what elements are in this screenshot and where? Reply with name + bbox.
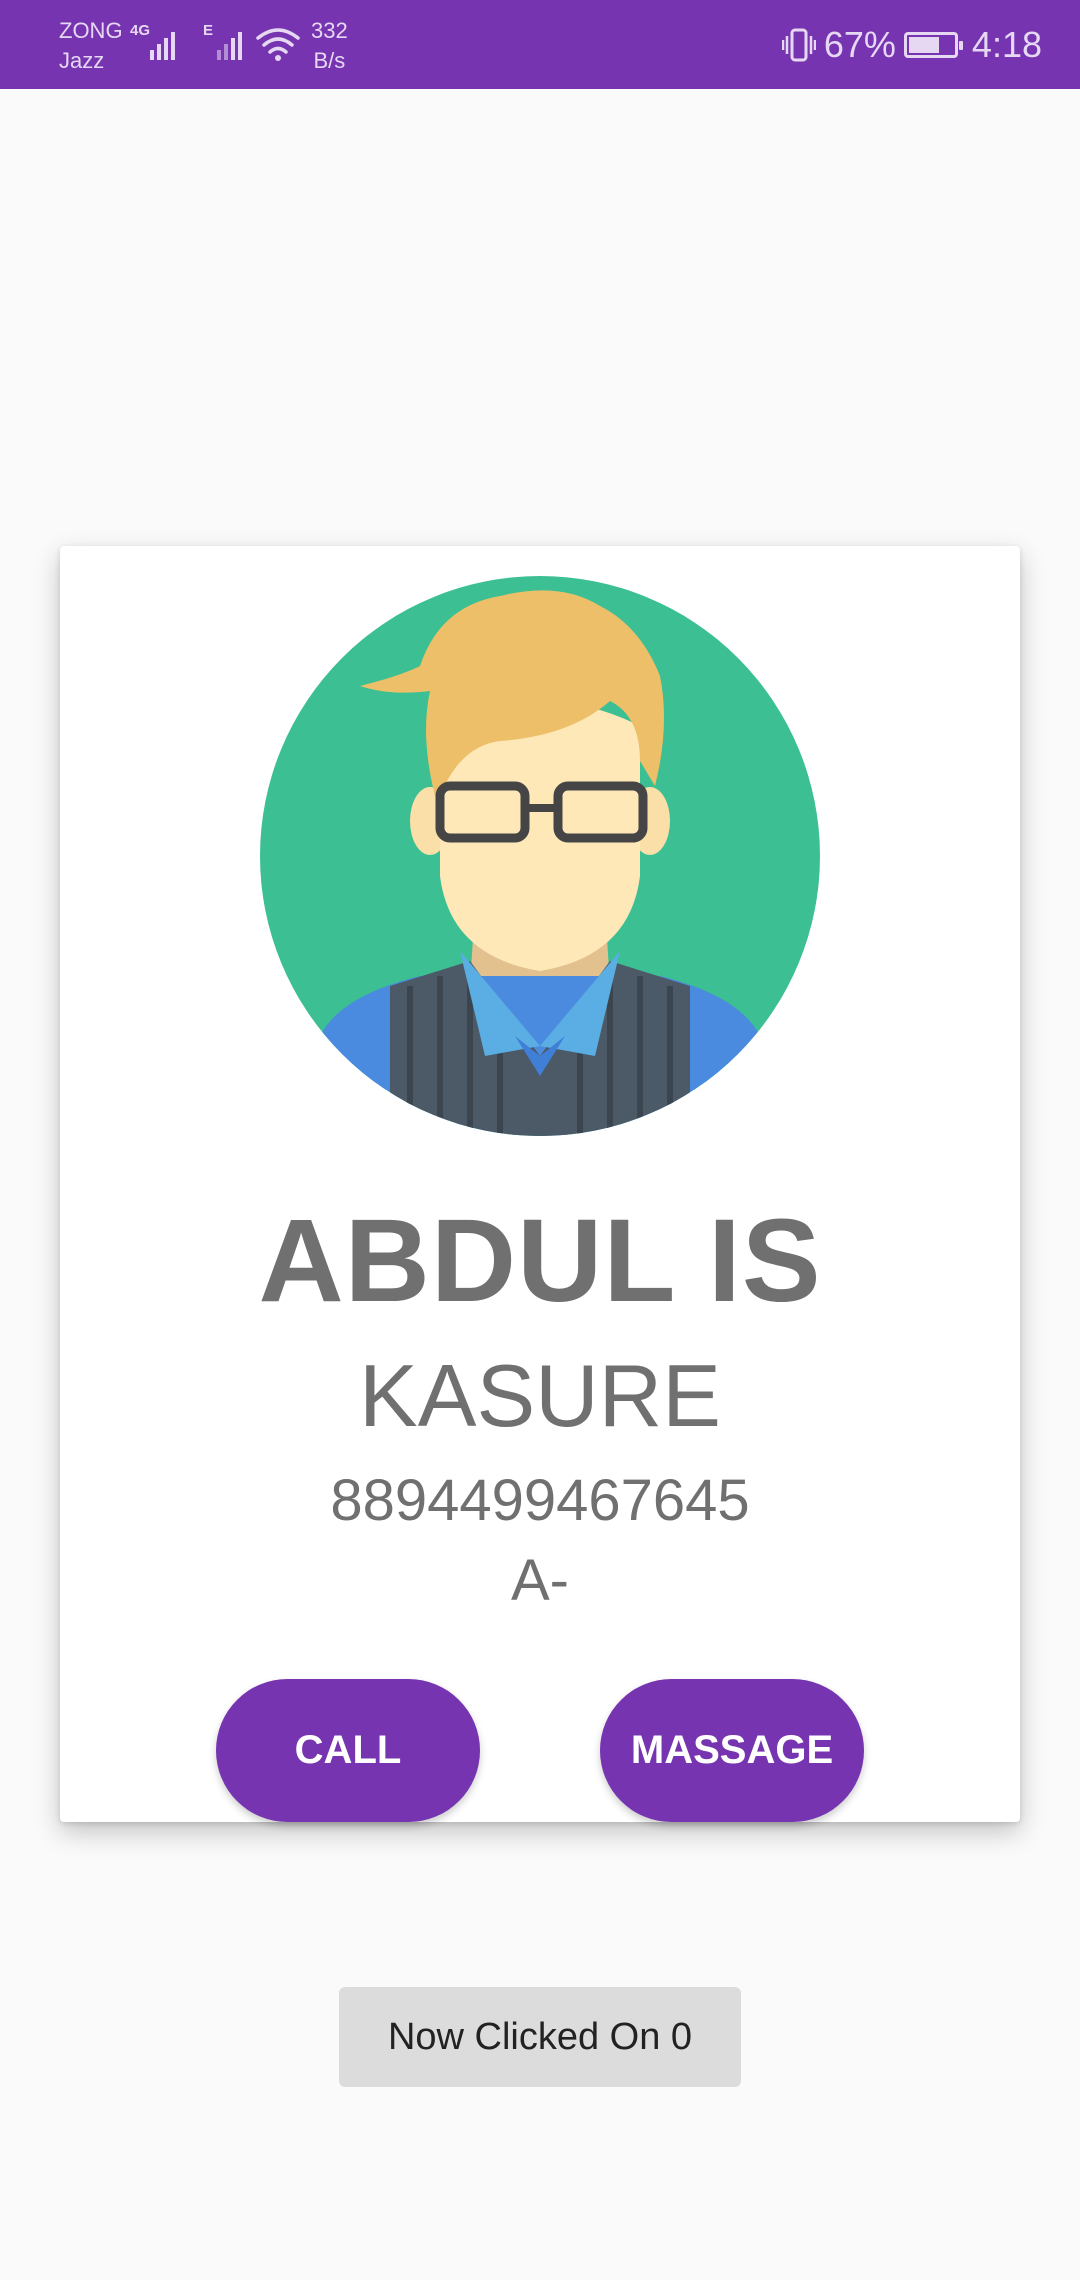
clock: 4:18	[971, 24, 1042, 65]
network-type-label-secondary: E	[203, 22, 214, 39]
toast-message: Now Clicked On 0	[339, 1987, 741, 2087]
network-speed: 332 B/s	[311, 16, 348, 76]
signal-icon: 4G	[130, 22, 185, 62]
battery-percent: 67%	[823, 24, 896, 65]
message-button[interactable]: MASSAGE	[600, 1679, 864, 1822]
carrier-top: ZONG	[59, 18, 123, 43]
speed-value: 332	[311, 18, 348, 43]
person-avatar-icon	[260, 576, 820, 1136]
status-bar: ZONG Jazz 4G E 332 B/s 67% 4:18	[0, 0, 1080, 89]
status-right-group: 67% 4:18	[781, 22, 1042, 68]
call-button[interactable]: CALL	[216, 1679, 480, 1822]
contact-card: ABDUL IS KASURE 8894499467645 A- CALL MA…	[60, 546, 1020, 1822]
network-type-label: 4G	[130, 22, 151, 39]
battery-charging-icon	[903, 32, 963, 58]
vibrate-icon	[781, 28, 816, 62]
contact-blood-group: A-	[511, 1548, 569, 1613]
speed-unit: B/s	[313, 48, 346, 73]
contact-phone: 8894499467645	[330, 1468, 750, 1533]
carrier-bottom: Jazz	[59, 48, 105, 73]
wifi-icon	[256, 28, 300, 61]
contact-surname: KASURE	[359, 1346, 721, 1445]
carrier-info: ZONG Jazz	[59, 16, 123, 76]
signal-icon-secondary: E	[203, 22, 253, 62]
contact-name: ABDUL IS	[258, 1195, 822, 1327]
